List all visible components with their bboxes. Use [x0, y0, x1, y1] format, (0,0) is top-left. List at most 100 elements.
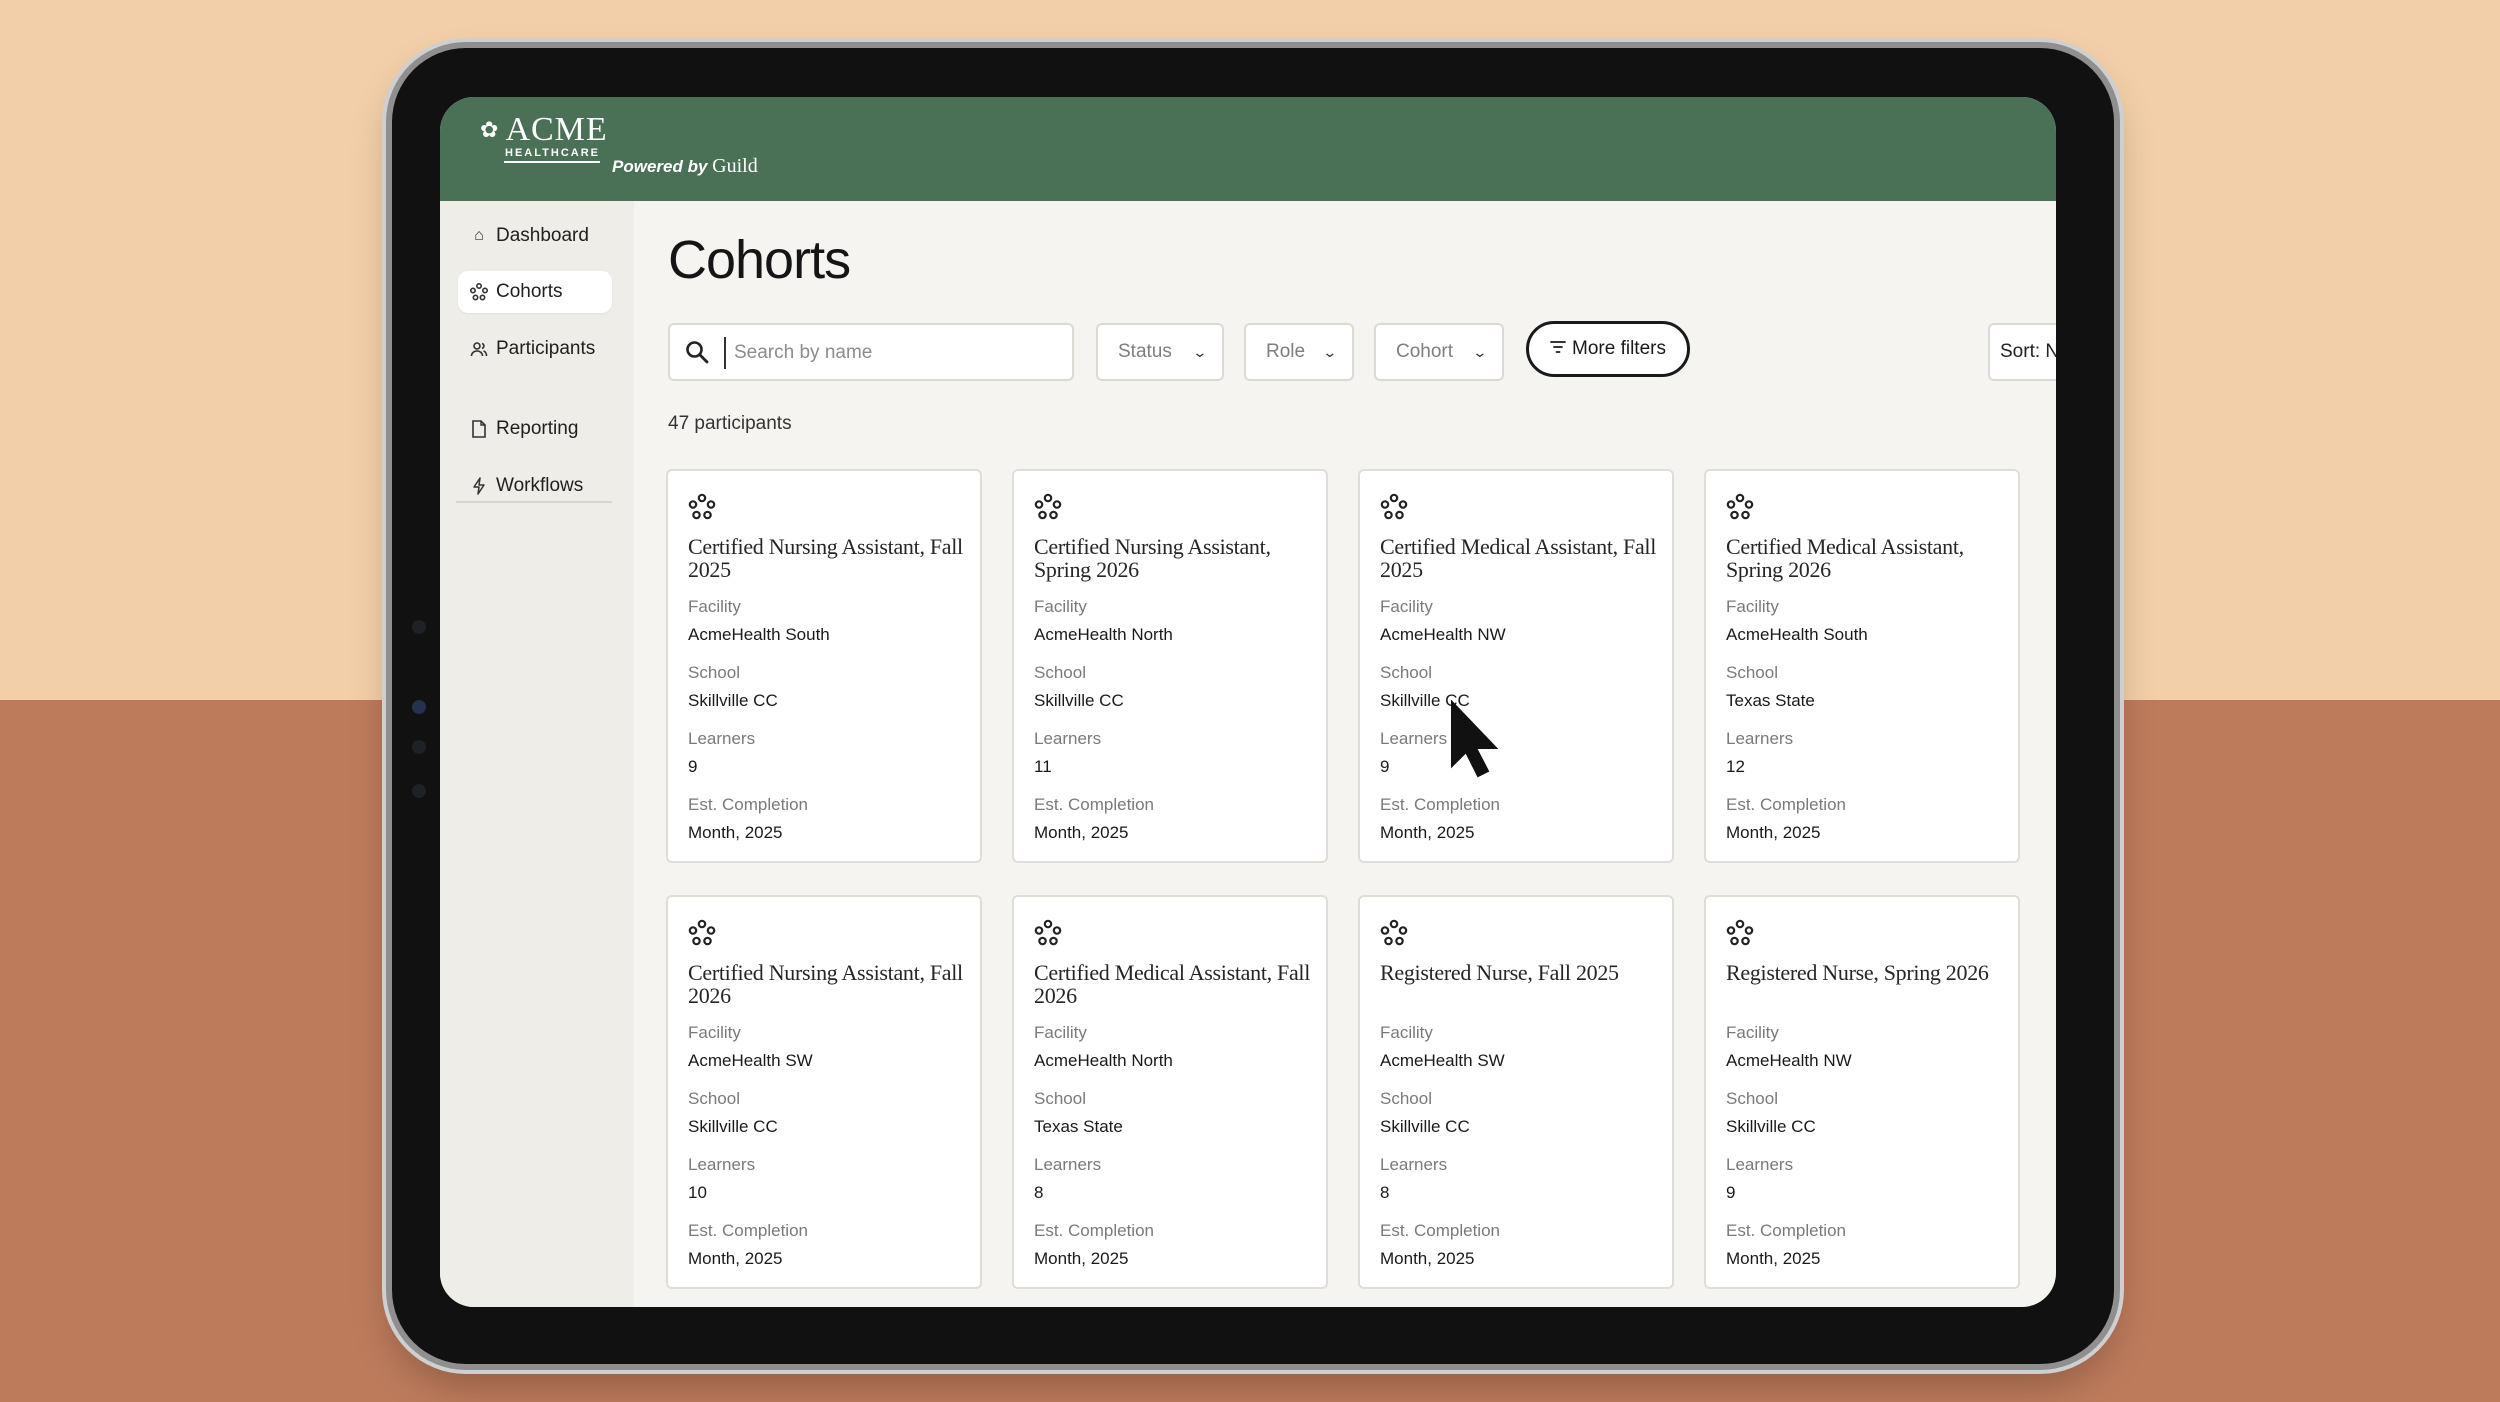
completion-label: Est. Completion [1380, 795, 1500, 814]
school-label: School [688, 663, 740, 682]
role-filter-label: Role [1266, 341, 1306, 362]
completion-value: Month, 2025 [688, 1249, 783, 1268]
sidebar-item-participants[interactable]: Participants [458, 328, 612, 370]
role-filter[interactable]: Role ⌄ [1244, 323, 1354, 381]
status-filter[interactable]: Status ⌄ [1096, 323, 1224, 381]
sidebar-item-dashboard[interactable]: ⌂ Dashboard [458, 215, 612, 257]
cohort-card[interactable]: Certified Medical Assistant, Fall 2025 Fa… [1358, 469, 1674, 863]
completion-value: Month, 2025 [688, 823, 783, 842]
school-value: Skillville CC [1726, 1117, 1816, 1136]
learners-label: Learners [1034, 729, 1102, 748]
facility-value: AcmeHealth SW [1380, 1051, 1505, 1070]
school-value: Texas State [1034, 1117, 1123, 1136]
tablet-camera-dot [412, 740, 426, 754]
school-label: School [688, 1089, 740, 1108]
cohort-title: Certified Nursing Assistant, Fall 2026 [688, 960, 963, 1008]
cohort-title: Certified Medical Assistant, Fall 2026 [1034, 960, 1311, 1008]
participant-count: 47 participants [668, 413, 792, 434]
cohort-grid: Certified Nursing Assistant, Fall 2025 Fa… [666, 469, 2026, 1307]
sidebar-item-cohorts[interactable]: Cohorts [458, 271, 612, 313]
school-value: Skillville CC [688, 1117, 778, 1136]
chevron-down-icon: ⌄ [1192, 343, 1208, 360]
facility-value: AcmeHealth North [1034, 625, 1173, 644]
facility-value: AcmeHealth North [1034, 1051, 1173, 1070]
search-box[interactable] [668, 323, 1074, 381]
school-label: School [1034, 1089, 1086, 1108]
tablet-camera-dot [412, 700, 426, 714]
cohort-card[interactable]: Certified Nursing Assistant, Spring 2026… [1012, 469, 1328, 863]
chevron-down-icon: ⌄ [1322, 343, 1338, 360]
completion-value: Month, 2025 [1380, 823, 1475, 842]
completion-label: Est. Completion [1034, 1221, 1154, 1240]
school-label: School [1034, 663, 1086, 682]
cohort-card[interactable]: Certified Nursing Assistant, Fall 2025 Fa… [666, 469, 982, 863]
cohort-card[interactable]: Registered Nurse, Fall 2025 Facility AcmeH… [1358, 895, 1674, 1289]
cohort-icon [1380, 493, 1408, 520]
school-value: Texas State [1726, 691, 1815, 710]
cohort-card[interactable]: Certified Nursing Assistant, Fall 2026 Fa… [666, 895, 982, 1289]
learners-label: Learners [1380, 1155, 1448, 1174]
cohort-card[interactable]: Certified Medical Assistant, Spring 2026… [1704, 469, 2020, 863]
home-icon: ⌂ [474, 227, 484, 244]
guild-logo: Guild [712, 155, 758, 177]
learners-label: Learners [1034, 1155, 1102, 1174]
completion-value: Month, 2025 [1726, 1249, 1821, 1268]
search-input[interactable] [732, 331, 1056, 375]
sidebar-item-workflows[interactable]: Workflows [458, 465, 612, 507]
main-content: Cohorts Status ⌄ Role ⌄ Cohort ⌄ More fi… [634, 201, 2056, 1307]
sidebar-item-label: Participants [496, 338, 596, 359]
facility-label: Facility [1380, 1023, 1433, 1042]
logo-text: ACME [505, 111, 608, 148]
sidebar-item-reporting[interactable]: Reporting [458, 408, 612, 450]
learners-value: 10 [688, 1183, 707, 1202]
bolt-icon [470, 477, 488, 495]
learners-label: Learners [1380, 729, 1448, 748]
cohort-icon [1034, 919, 1062, 946]
learners-label: Learners [1726, 729, 1794, 748]
school-label: School [1726, 1089, 1778, 1108]
completion-label: Est. Completion [1380, 1221, 1500, 1240]
learners-value: 8 [1380, 1183, 1390, 1202]
completion-label: Est. Completion [688, 795, 808, 814]
cohort-card[interactable]: Certified Medical Assistant, Fall 2026 Fa… [1012, 895, 1328, 1289]
school-label: School [1380, 1089, 1432, 1108]
acme-logo-mark-icon: ✿ [480, 117, 500, 142]
document-icon [470, 420, 488, 438]
sort-dropdown[interactable]: Sort: N [1988, 323, 2056, 381]
facility-value: AcmeHealth SW [688, 1051, 813, 1070]
cohort-filter[interactable]: Cohort ⌄ [1374, 323, 1504, 381]
facility-label: Facility [1726, 1023, 1779, 1042]
completion-value: Month, 2025 [1034, 823, 1129, 842]
facility-value: AcmeHealth South [688, 625, 830, 644]
school-label: School [1380, 663, 1432, 682]
learners-value: 9 [688, 757, 698, 776]
cohort-title: Certified Medical Assistant, Spring 2026 [1726, 534, 1964, 582]
sidebar: ⌂ Dashboard Cohorts Participants Reporti… [440, 201, 634, 1307]
facility-label: Facility [1034, 1023, 1087, 1042]
cohort-icon [688, 919, 716, 946]
cohort-icon [1380, 919, 1408, 946]
completion-value: Month, 2025 [1380, 1249, 1475, 1268]
facility-value: AcmeHealth NW [1380, 625, 1506, 644]
more-filters-button[interactable]: More filters [1526, 321, 1690, 377]
mouse-cursor-icon [1451, 700, 1499, 778]
learners-label: Learners [688, 729, 756, 748]
acme-logo[interactable]: ✿ ACME HEALTHCARE [480, 113, 608, 163]
search-icon [686, 341, 709, 364]
cohort-title: Registered Nurse, Fall 2025 [1380, 960, 1619, 985]
cohort-card[interactable]: Registered Nurse, Spring 2026 Facility Acm… [1704, 895, 2020, 1289]
cohort-title: Certified Medical Assistant, Fall 2025 [1380, 534, 1657, 582]
learners-value: 11 [1034, 757, 1052, 776]
powered-by-label: Powered by [612, 157, 713, 176]
cohort-filter-label: Cohort [1396, 341, 1454, 362]
cohort-title: Certified Nursing Assistant, Spring 2026 [1034, 534, 1271, 582]
cohort-title: Registered Nurse, Spring 2026 [1726, 960, 1989, 985]
more-filters-label: More filters [1572, 338, 1666, 359]
facility-value: AcmeHealth NW [1726, 1051, 1852, 1070]
completion-value: Month, 2025 [1034, 1249, 1129, 1268]
completion-value: Month, 2025 [1726, 823, 1821, 842]
cohort-icon [1034, 493, 1062, 520]
cohort-title: Certified Nursing Assistant, Fall 2025 [688, 534, 963, 582]
participants-icon [470, 340, 488, 358]
learners-label: Learners [688, 1155, 756, 1174]
